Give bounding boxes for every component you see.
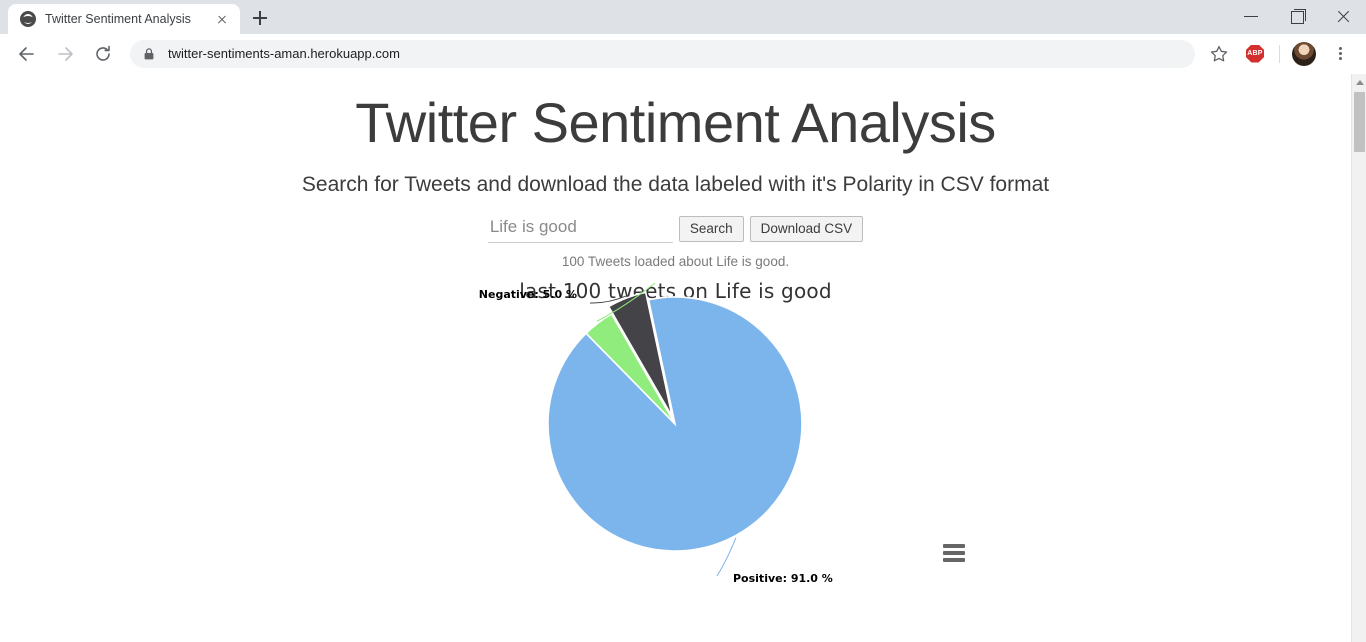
lock-icon [142,47,156,61]
adblock-plus-label: ABP [1246,44,1264,63]
scroll-up-arrow-icon[interactable] [1352,74,1366,90]
close-icon[interactable] [212,9,232,29]
avatar[interactable] [1290,40,1318,68]
address-bar[interactable]: twitter-sentiments-aman.herokuapp.com [130,39,1195,68]
kebab-menu-icon[interactable] [1326,40,1354,68]
minimize-icon[interactable] [1228,0,1274,32]
browser-toolbar: twitter-sentiments-aman.herokuapp.com AB… [0,34,1366,74]
page-title: Twitter Sentiment Analysis [355,91,996,154]
forward-arrow-icon [49,38,81,70]
new-tab-button[interactable] [246,4,274,32]
page-scrollbar[interactable] [1351,74,1366,642]
search-button[interactable]: Search [678,215,744,242]
window-controls [1228,0,1366,32]
globe-icon [20,11,36,27]
star-icon[interactable] [1205,40,1233,68]
pie-chart-svg: Positive: 91.0 %Neutral: 4.0 %Negative: … [479,282,833,585]
download-csv-button[interactable]: Download CSV [749,215,864,242]
search-input[interactable] [487,214,673,243]
title-bar: Twitter Sentiment Analysis [0,0,1366,34]
url-text: twitter-sentiments-aman.herokuapp.com [168,46,400,61]
tab-title: Twitter Sentiment Analysis [45,12,191,26]
page-viewport: Twitter Sentiment Analysis Search for Tw… [0,74,1366,642]
tab-twitter-sentiment-analysis[interactable]: Twitter Sentiment Analysis [8,4,240,34]
pie-label-negative: Negative: 5.0 % [479,288,577,301]
avatar-image [1292,41,1316,66]
kebab-dots [1328,42,1352,66]
pie-chart: last 100 tweets on Life is good Positive… [0,279,1351,642]
adblock-plus-icon[interactable]: ABP [1241,40,1269,68]
browser-window: Twitter Sentiment Analysis twitter-senti… [0,0,1366,642]
status-text: 100 Tweets loaded about Life is good. [561,254,790,269]
search-row: Search Download CSV [0,214,1351,243]
reload-icon[interactable] [87,38,119,70]
page-content: Twitter Sentiment Analysis Search for Tw… [0,90,1351,642]
page-subtitle: Search for Tweets and download the data … [301,173,1050,196]
toolbar-divider [1279,44,1280,63]
scrollbar-thumb[interactable] [1353,92,1365,152]
tab-strip: Twitter Sentiment Analysis [0,0,274,34]
close-icon[interactable] [1320,0,1366,32]
maximize-icon[interactable] [1274,0,1320,32]
back-arrow-icon[interactable] [11,38,43,70]
pie-label-positive: Positive: 91.0 % [733,572,833,585]
pie-slices [547,291,803,552]
